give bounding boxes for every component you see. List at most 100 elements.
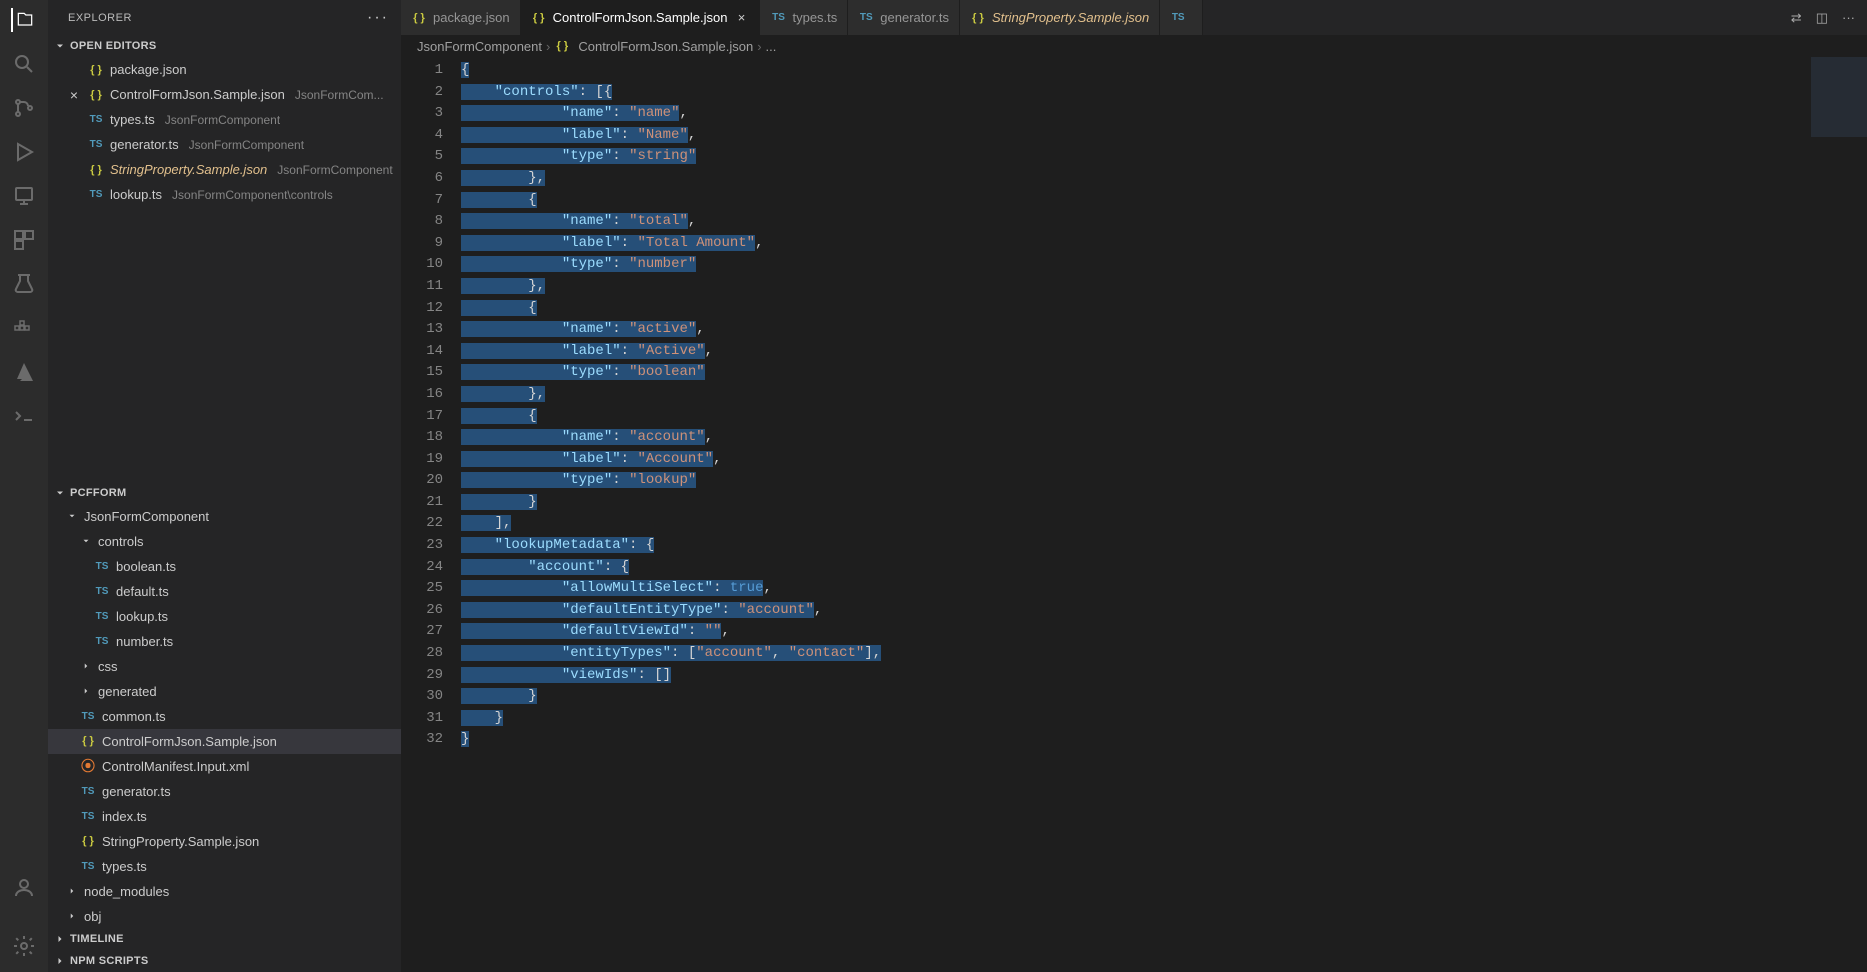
panel-header[interactable]: NPM SCRIPTS: [48, 950, 401, 972]
run-debug-icon[interactable]: [12, 140, 36, 164]
source-control-icon[interactable]: [12, 96, 36, 120]
open-editor-item[interactable]: TStypes.tsJsonFormComponent: [48, 107, 401, 132]
editor-tab[interactable]: { } ControlFormJson.Sample.json ×: [521, 0, 761, 35]
accounts-icon[interactable]: [12, 876, 36, 900]
ts-icon: TS: [770, 10, 786, 26]
tab-actions: ⇄ ◫ ···: [1779, 0, 1867, 35]
file-path: JsonFormComponent: [277, 163, 392, 177]
chevron-down-icon: [54, 487, 66, 499]
json-icon: { }: [531, 10, 547, 26]
file-item[interactable]: { }ControlFormJson.Sample.json: [48, 729, 401, 754]
file-name: index.ts: [102, 809, 147, 824]
breadcrumb-item[interactable]: JsonFormComponent: [417, 39, 542, 54]
workspace-header[interactable]: PCFFORM: [48, 482, 401, 504]
breadcrumb-item[interactable]: ...: [766, 39, 777, 54]
file-name: boolean.ts: [116, 559, 176, 574]
ts-icon: TS: [80, 783, 96, 799]
json-icon: { }: [554, 38, 570, 54]
folder-name: generated: [98, 684, 157, 699]
more-icon[interactable]: ···: [1842, 10, 1855, 25]
folder-item[interactable]: JsonFormComponent: [48, 504, 401, 529]
editor-tab[interactable]: TS types.ts: [760, 0, 848, 35]
explorer-icon[interactable]: [11, 8, 35, 32]
settings-icon[interactable]: [12, 934, 36, 958]
open-editor-item[interactable]: TSlookup.tsJsonFormComponent\controls: [48, 182, 401, 207]
file-item[interactable]: TSgenerator.ts: [48, 779, 401, 804]
search-icon[interactable]: [12, 52, 36, 76]
file-name: StringProperty.Sample.json: [110, 162, 267, 177]
chevron-right-icon: [54, 955, 66, 967]
editor-tab[interactable]: TSgenerator.ts: [848, 0, 960, 35]
chevron-right-icon: [66, 910, 78, 922]
compare-icon[interactable]: ⇄: [1791, 10, 1802, 26]
ts-icon: TS: [94, 583, 110, 599]
breadcrumb-item[interactable]: ControlFormJson.Sample.json: [578, 39, 753, 54]
file-item[interactable]: TS types.ts: [48, 854, 401, 879]
file-item[interactable]: TS default.ts: [48, 579, 401, 604]
chevron-right-icon: [66, 885, 78, 897]
file-name: lookup.ts: [110, 187, 162, 202]
breadcrumb[interactable]: JsonFormComponent › { }ControlFormJson.S…: [401, 35, 1867, 57]
file-path: JsonFormComponent\controls: [172, 188, 333, 202]
editor-tab[interactable]: { }StringProperty.Sample.json: [960, 0, 1160, 35]
json-icon: { }: [88, 87, 104, 103]
sidebar: EXPLORER ··· OPEN EDITORS { }package.jso…: [48, 0, 401, 972]
folder-item[interactable]: controls: [48, 529, 401, 554]
open-editors-header[interactable]: OPEN EDITORS: [48, 35, 401, 57]
json-icon: { }: [88, 162, 104, 178]
editor-tab[interactable]: { }package.json: [401, 0, 521, 35]
sidebar-title: EXPLORER: [68, 12, 132, 24]
folder-item[interactable]: generated: [48, 679, 401, 704]
close-icon[interactable]: ×: [733, 10, 749, 25]
chevron-right-icon: [54, 933, 66, 945]
folder-name: controls: [98, 534, 144, 549]
file-item[interactable]: { }StringProperty.Sample.json: [48, 829, 401, 854]
file-name: types.ts: [102, 859, 147, 874]
code-editor[interactable]: { "controls": [{ "name": "name", "label"…: [461, 57, 1867, 972]
file-item[interactable]: TScommon.ts: [48, 704, 401, 729]
sidebar-more-icon[interactable]: ···: [367, 9, 389, 27]
file-name: default.ts: [116, 584, 169, 599]
file-name: ControlFormJson.Sample.json: [110, 87, 285, 102]
open-editor-item[interactable]: { } StringProperty.Sample.json JsonFormCom…: [48, 157, 401, 182]
folder-name: node_modules: [84, 884, 169, 899]
folder-name: JsonFormComponent: [84, 509, 209, 524]
panel-header[interactable]: TIMELINE: [48, 928, 401, 950]
folder-item[interactable]: node_modules: [48, 879, 401, 904]
remote-explorer-icon[interactable]: [12, 404, 36, 428]
folder-item[interactable]: css: [48, 654, 401, 679]
json-icon: { }: [80, 833, 96, 849]
ts-icon: TS: [94, 558, 110, 574]
file-item[interactable]: TSlookup.ts: [48, 604, 401, 629]
ts-icon: TS: [94, 633, 110, 649]
close-icon[interactable]: ×: [66, 87, 82, 103]
remote-icon[interactable]: [12, 184, 36, 208]
tab-label: ControlFormJson.Sample.json: [553, 10, 728, 25]
folder-item[interactable]: obj: [48, 904, 401, 929]
extensions-icon[interactable]: [12, 228, 36, 252]
tab-label: generator.ts: [880, 10, 949, 25]
open-editor-item[interactable]: TSgenerator.tsJsonFormComponent: [48, 132, 401, 157]
minimap[interactable]: [1811, 57, 1867, 137]
testing-icon[interactable]: [12, 272, 36, 296]
open-editor-item[interactable]: { }package.json: [48, 57, 401, 82]
tab-label: types.ts: [792, 10, 837, 25]
editor-tab[interactable]: TS: [1160, 0, 1203, 35]
json-icon: { }: [88, 62, 104, 78]
file-path: JsonFormComponent: [165, 113, 280, 127]
chevron-down-icon: [54, 40, 66, 52]
folder-name: obj: [84, 909, 101, 924]
json-icon: { }: [411, 10, 427, 26]
file-name: common.ts: [102, 709, 166, 724]
split-icon[interactable]: ◫: [1816, 10, 1828, 26]
azure-icon[interactable]: [12, 360, 36, 384]
file-item[interactable]: TSnumber.ts: [48, 629, 401, 654]
open-editor-item[interactable]: ×{ }ControlFormJson.Sample.jsonJsonFormC…: [48, 82, 401, 107]
file-item[interactable]: TSindex.ts: [48, 804, 401, 829]
docker-icon[interactable]: [12, 316, 36, 340]
file-item[interactable]: TS boolean.ts: [48, 554, 401, 579]
ts-icon: TS: [80, 858, 96, 874]
file-item[interactable]: ⦿ControlManifest.Input.xml: [48, 754, 401, 779]
ts-icon: TS: [1170, 10, 1186, 26]
chevron-right-icon: [80, 685, 92, 697]
